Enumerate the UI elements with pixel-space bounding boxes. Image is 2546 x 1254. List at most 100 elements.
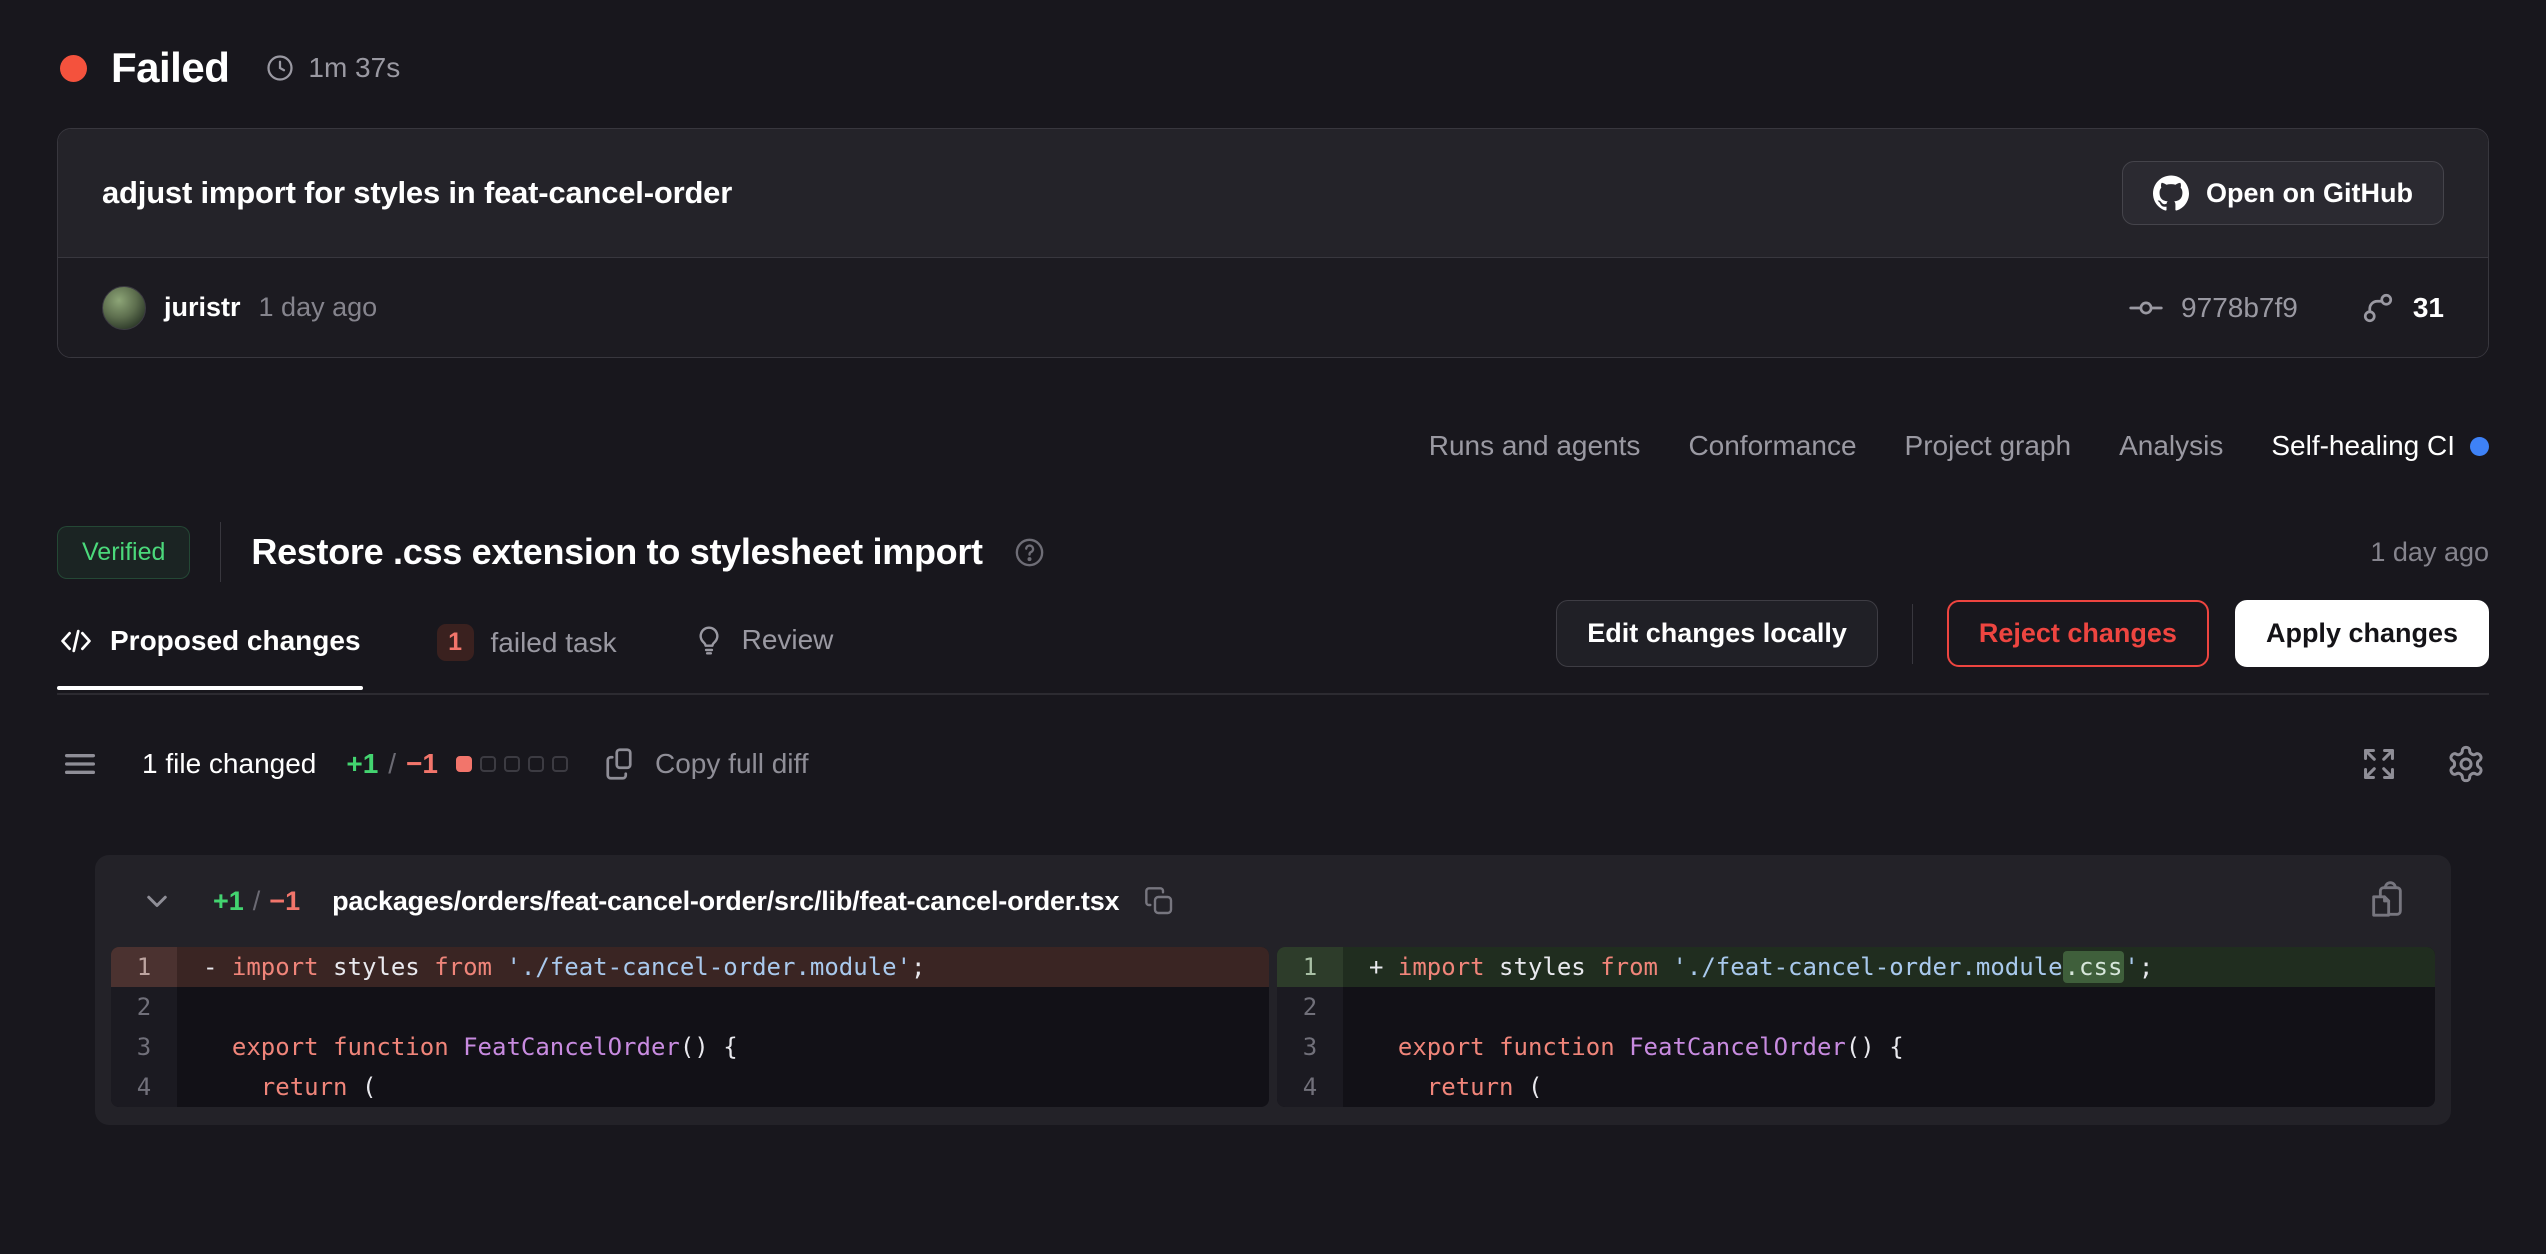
status-row: Failed 1m 37s [0, 0, 2546, 92]
open-on-github-button[interactable]: Open on GitHub [2122, 161, 2444, 225]
code-text: + import styles from './feat-cancel-orde… [1343, 947, 2435, 987]
lightbulb-icon [693, 624, 725, 656]
line-number: 4 [1277, 1067, 1343, 1107]
nav-item-project-graph[interactable]: Project graph [1905, 430, 2072, 462]
line-number: 1 [111, 947, 177, 987]
clipboard-copy-icon[interactable] [2367, 881, 2407, 921]
duration-text: 1m 37s [308, 52, 400, 84]
tab-label: failed task [491, 627, 617, 659]
diff-progress-squares [456, 756, 568, 772]
deletions-count: −1 [406, 748, 438, 780]
file-diffstat: +1 / −1 [213, 886, 300, 917]
diffstat: +1 / −1 [346, 748, 438, 780]
nav-item-self-healing-ci[interactable]: Self-healing CI [2271, 430, 2489, 462]
commit-hash[interactable]: 9778b7f9 [2181, 292, 2298, 324]
diff-line-context: 3 export function FeatCancelOrder() { [111, 1027, 1269, 1067]
vertical-divider [220, 522, 221, 582]
diffstat-square-empty [552, 756, 568, 772]
branch-count[interactable]: 31 [2413, 292, 2444, 324]
nav-item-analysis[interactable]: Analysis [2119, 430, 2223, 462]
file-path: packages/orders/feat-cancel-order/src/li… [332, 886, 1119, 917]
diff-line-removed: 1- import styles from './feat-cancel-ord… [111, 947, 1269, 987]
failed-count-badge: 1 [437, 624, 474, 661]
code-icon [59, 624, 93, 658]
tabs-row: Proposed changes 1 failed task Review Ed… [57, 600, 2489, 695]
diff-toolbar-right [2360, 744, 2486, 784]
actions-divider [1912, 604, 1913, 664]
nav-item-conformance[interactable]: Conformance [1688, 430, 1856, 462]
tab-label: Proposed changes [110, 625, 361, 657]
status-duration: 1m 37s [265, 52, 400, 84]
reject-changes-button[interactable]: Reject changes [1947, 600, 2209, 667]
nav-item-label: Self-healing CI [2271, 430, 2455, 462]
notification-dot [2470, 437, 2489, 456]
diff-file-header: +1 / −1 packages/orders/feat-cancel-orde… [95, 855, 2451, 947]
copy-full-diff-button[interactable]: Copy full diff [604, 746, 809, 782]
chevron-down-icon[interactable] [139, 883, 175, 919]
workspace-nav: Runs and agents Conformance Project grap… [0, 430, 2546, 462]
diff-line-context: 4 return ( [1277, 1067, 2435, 1107]
github-button-label: Open on GitHub [2206, 178, 2413, 209]
actions: Edit changes locally Reject changes Appl… [1556, 600, 2489, 693]
commit-title: adjust import for styles in feat-cancel-… [102, 175, 732, 211]
code-text: return ( [1343, 1067, 2435, 1107]
diff-line-context: 2 [1277, 987, 2435, 1027]
tab-proposed-changes[interactable]: Proposed changes [57, 602, 363, 688]
diff-panel: +1 / −1 packages/orders/feat-cancel-orde… [95, 855, 2451, 1125]
line-number: 2 [1277, 987, 1343, 1027]
expand-icon[interactable] [2360, 745, 2398, 783]
files-changed-label: 1 file changed [142, 748, 316, 780]
line-number: 2 [111, 987, 177, 1027]
diffstat-square-empty [504, 756, 520, 772]
additions-count: +1 [346, 748, 378, 780]
line-number: 4 [111, 1067, 177, 1107]
line-number: 1 [1277, 947, 1343, 987]
code-text: return ( [177, 1067, 1269, 1107]
menu-icon[interactable] [60, 744, 100, 784]
fix-header: Verified Restore .css extension to style… [0, 522, 2546, 582]
github-icon [2153, 175, 2189, 211]
code-text: - import styles from './feat-cancel-orde… [177, 947, 1269, 987]
edit-changes-locally-button[interactable]: Edit changes locally [1556, 600, 1878, 667]
tab-label: Review [742, 624, 834, 656]
apply-changes-button[interactable]: Apply changes [2235, 600, 2489, 667]
tab-failed-task[interactable]: 1 failed task [435, 602, 619, 691]
verified-badge: Verified [57, 526, 190, 579]
commit-time: 1 day ago [259, 292, 378, 323]
commit-card-bottom: juristr 1 day ago 9778b7f9 31 [58, 257, 2488, 357]
copy-icon [604, 746, 640, 782]
file-diffstat-separator: / [253, 886, 261, 917]
nav-item-runs-and-agents[interactable]: Runs and agents [1429, 430, 1641, 462]
tab-review[interactable]: Review [691, 602, 836, 686]
file-deletions: −1 [269, 886, 300, 917]
code-text: export function FeatCancelOrder() { [177, 1027, 1269, 1067]
code-text [1343, 987, 2435, 1027]
copy-full-diff-label: Copy full diff [655, 748, 809, 780]
commit-card-top: adjust import for styles in feat-cancel-… [58, 129, 2488, 257]
gear-icon[interactable] [2446, 744, 2486, 784]
commit-card: adjust import for styles in feat-cancel-… [57, 128, 2489, 358]
diff-pane-left: 1- import styles from './feat-cancel-ord… [111, 947, 1269, 1107]
commit-author: juristr [164, 292, 241, 323]
diff-line-context: 2 [111, 987, 1269, 1027]
diffstat-separator: / [388, 748, 396, 780]
diff-body: 1- import styles from './feat-cancel-ord… [95, 947, 2451, 1125]
code-text: export function FeatCancelOrder() { [1343, 1027, 2435, 1067]
help-icon[interactable] [1013, 536, 1046, 569]
fix-time: 1 day ago [2370, 537, 2489, 568]
diffstat-square-empty [528, 756, 544, 772]
tabs: Proposed changes 1 failed task Review [57, 602, 835, 691]
line-number: 3 [1277, 1027, 1343, 1067]
status-dot [60, 55, 87, 82]
clock-icon [265, 53, 295, 83]
commit-icon [2128, 290, 2164, 326]
diffstat-square-filled [456, 756, 472, 772]
diff-line-context: 3 export function FeatCancelOrder() { [1277, 1027, 2435, 1067]
copy-path-icon[interactable] [1143, 885, 1175, 917]
file-additions: +1 [213, 886, 244, 917]
line-number: 3 [111, 1027, 177, 1067]
fix-title: Restore .css extension to stylesheet imp… [251, 531, 982, 573]
avatar [102, 286, 146, 330]
diff-line-added: 1+ import styles from './feat-cancel-ord… [1277, 947, 2435, 987]
branch-icon [2360, 290, 2396, 326]
